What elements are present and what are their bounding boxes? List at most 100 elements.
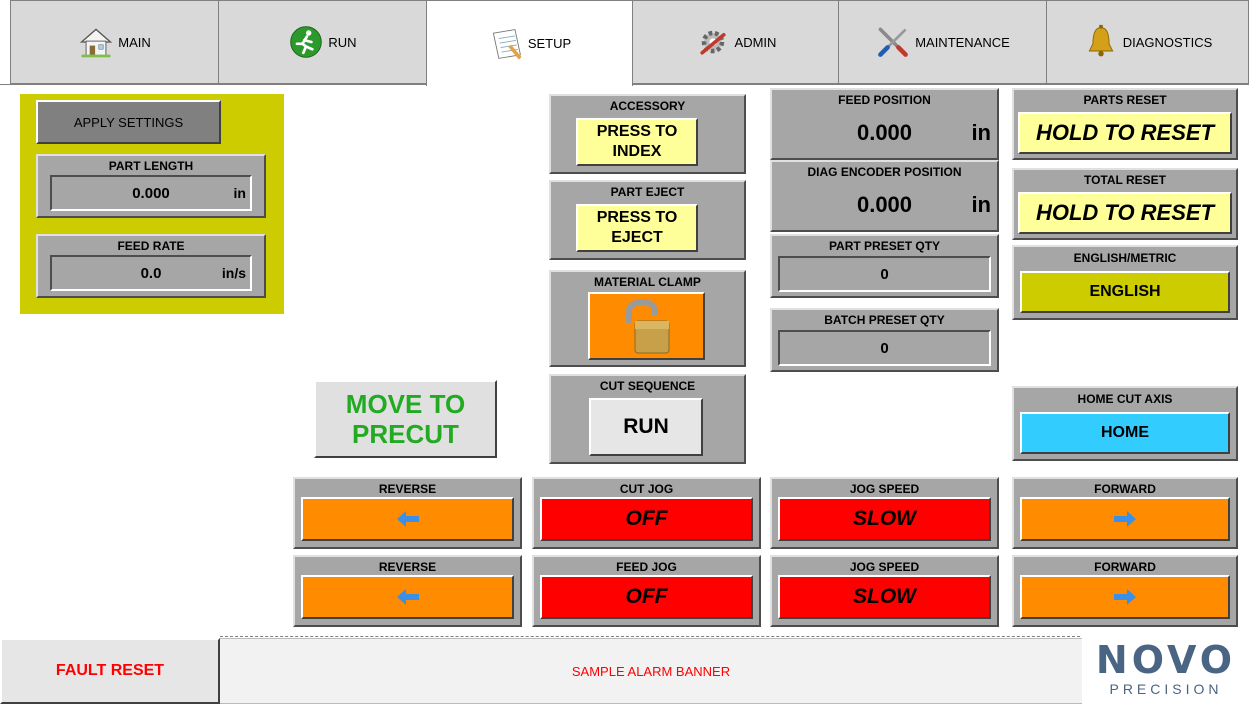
accessory-label: ACCESSORY (609, 99, 686, 113)
notepad-icon (492, 28, 522, 59)
part-eject-button-line2: EJECT (611, 229, 663, 246)
home-button-label: HOME (1101, 424, 1149, 441)
run-button-label: RUN (623, 415, 669, 438)
jog-speed-state: SLOW (853, 585, 916, 608)
novo-precision-logo: NOVO PRECISION (1088, 640, 1244, 702)
house-icon (80, 28, 113, 58)
cut-jog-button[interactable]: OFF (540, 497, 753, 541)
feed-jog-label: FEED JOG (616, 560, 677, 574)
forward-cut-panel: FORWARD (1012, 477, 1238, 549)
jog-speed-button-2[interactable]: SLOW (778, 575, 991, 619)
part-length-field[interactable]: 0.000 in (50, 175, 252, 211)
feed-rate-value: 0.0 (140, 264, 162, 282)
arrow-left-icon (396, 511, 419, 527)
cut-sequence-label: CUT SEQUENCE (599, 379, 696, 393)
cut-sequence-run-button[interactable]: RUN (589, 398, 703, 456)
cut-jog-label: CUT JOG (619, 482, 674, 496)
material-clamp-button[interactable] (588, 292, 705, 360)
cut-jog-state: OFF (625, 507, 668, 530)
total-reset-button[interactable]: HOLD TO RESET (1018, 192, 1232, 234)
part-eject-button-line1: PRESS TO (596, 209, 678, 226)
fault-reset-button[interactable]: FAULT RESET (0, 638, 220, 704)
tab-label: ADMIN (734, 34, 777, 50)
diag-encoder-label: DIAG ENCODER POSITION (807, 165, 962, 179)
forward-feed-button[interactable] (1020, 575, 1230, 619)
material-clamp-label: MATERIAL CLAMP (594, 275, 701, 289)
tab-diagnostics[interactable]: DIAGNOSTICS (1046, 0, 1249, 84)
jog-speed-panel-1: JOG SPEED SLOW (770, 477, 999, 549)
accessory-index-button[interactable]: PRESS TO INDEX (576, 118, 698, 166)
batch-preset-label: BATCH PRESET QTY (824, 313, 945, 327)
part-eject-button[interactable]: PRESS TO EJECT (576, 204, 698, 252)
tab-label: MAINTENANCE (915, 34, 1010, 50)
bell-icon (1088, 24, 1114, 57)
logo-text-top: NOVO (1095, 638, 1237, 682)
home-cut-axis-label: HOME CUT AXIS (1077, 392, 1173, 406)
english-metric-button[interactable]: ENGLISH (1020, 271, 1230, 313)
batch-preset-value: 0 (880, 339, 889, 357)
feed-position-unit: in (971, 120, 991, 145)
move-precut-line2: PRECUT (352, 419, 459, 449)
tab-label: RUN (328, 34, 357, 50)
parts-reset-button[interactable]: HOLD TO RESET (1018, 112, 1232, 154)
batch-preset-panel: BATCH PRESET QTY 0 (770, 308, 999, 372)
jog-speed-label: JOG SPEED (849, 560, 920, 574)
feed-position-display: 0.000 in (772, 114, 997, 152)
feed-jog-button[interactable]: OFF (540, 575, 753, 619)
forward-label: FORWARD (1094, 482, 1156, 496)
arrow-right-icon (1114, 511, 1136, 527)
forward-cut-button[interactable] (1020, 497, 1230, 541)
home-cut-axis-panel: HOME CUT AXIS HOME (1012, 386, 1238, 461)
total-reset-panel: TOTAL RESET HOLD TO RESET (1012, 168, 1238, 240)
jog-speed-panel-2: JOG SPEED SLOW (770, 555, 999, 627)
parts-reset-label: PARTS RESET (1083, 93, 1167, 107)
diag-encoder-value: 0.000 (856, 192, 913, 217)
move-precut-line1: MOVE TO (345, 389, 466, 419)
accessory-button-line1: PRESS TO (596, 123, 678, 140)
parts-reset-panel: PARTS RESET HOLD TO RESET (1012, 88, 1238, 160)
feed-position-label: FEED POSITION (838, 93, 931, 107)
gear-tools-icon (699, 30, 726, 55)
part-preset-value: 0 (880, 265, 889, 283)
home-cut-axis-button[interactable]: HOME (1020, 412, 1230, 454)
tab-divider (633, 84, 1249, 85)
fault-reset-label: FAULT RESET (55, 662, 165, 679)
part-preset-panel: PART PRESET QTY 0 (770, 234, 999, 298)
tab-admin[interactable]: ADMIN (632, 0, 839, 84)
diag-encoder-panel: DIAG ENCODER POSITION 0.000 in (770, 160, 999, 232)
tab-main[interactable]: MAIN (10, 0, 219, 84)
english-metric-panel: ENGLISH/METRIC ENGLISH (1012, 245, 1238, 320)
tab-label: MAIN (118, 34, 151, 50)
arrow-left-icon (396, 589, 419, 605)
feed-rate-field[interactable]: 0.0 in/s (50, 255, 252, 291)
reverse-cut-button[interactable] (301, 497, 514, 541)
tab-bar: MAIN RUN SETUP ADMIN MAINTENANCE DIAGNOS… (0, 0, 1249, 86)
settings-group: APPLY SETTINGS PART LENGTH 0.000 in FEED… (20, 94, 284, 314)
accessory-panel: ACCESSORY PRESS TO INDEX (549, 94, 746, 174)
batch-preset-field[interactable]: 0 (778, 330, 991, 366)
tab-run[interactable]: RUN (218, 0, 427, 84)
part-eject-panel: PART EJECT PRESS TO EJECT (549, 180, 746, 260)
feed-rate-panel: FEED RATE 0.0 in/s (36, 234, 266, 298)
apply-settings-button[interactable]: APPLY SETTINGS (36, 100, 221, 144)
jog-speed-state: SLOW (853, 507, 916, 530)
diag-encoder-display: 0.000 in (772, 186, 997, 224)
tab-setup[interactable]: SETUP (426, 0, 633, 86)
feed-position-value: 0.000 (856, 120, 913, 145)
part-preset-field[interactable]: 0 (778, 256, 991, 292)
reverse-feed-button[interactable] (301, 575, 514, 619)
feed-rate-label: FEED RATE (117, 239, 185, 253)
tab-label: SETUP (527, 36, 572, 51)
move-to-precut-button[interactable]: MOVE TO PRECUT (314, 380, 497, 458)
jog-speed-button-1[interactable]: SLOW (778, 497, 991, 541)
part-length-unit: in (233, 185, 246, 201)
reverse-cut-panel: REVERSE (293, 477, 522, 549)
alarm-banner-text: SAMPLE ALARM BANNER (571, 663, 731, 679)
unlocked-padlock-icon (625, 299, 669, 354)
tab-maintenance[interactable]: MAINTENANCE (838, 0, 1047, 84)
tab-divider (0, 84, 426, 85)
part-length-panel: PART LENGTH 0.000 in (36, 154, 266, 218)
english-button-label: ENGLISH (1089, 283, 1161, 300)
reverse-label: REVERSE (378, 482, 437, 496)
total-reset-label: TOTAL RESET (1083, 173, 1166, 187)
